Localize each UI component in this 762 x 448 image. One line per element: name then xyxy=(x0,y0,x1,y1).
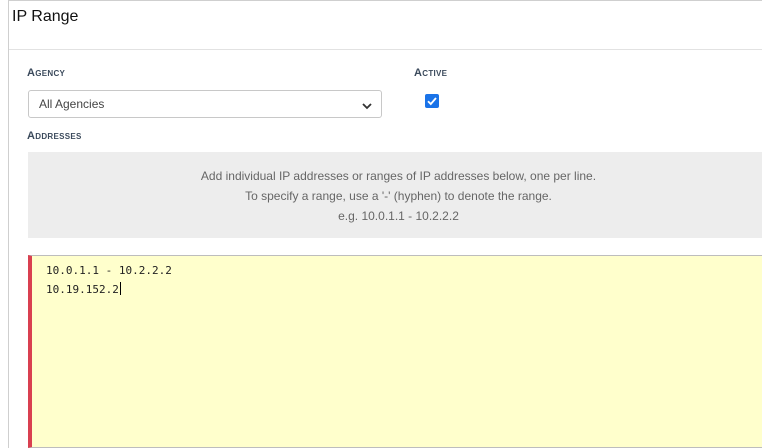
agency-label: Agency xyxy=(27,67,66,79)
active-label: Active xyxy=(414,67,448,79)
addresses-help: Add individual IP addresses or ranges of… xyxy=(28,152,762,238)
help-line: Add individual IP addresses or ranges of… xyxy=(200,169,597,183)
address-line: 10.19.152.2 xyxy=(46,282,121,296)
panel-header: IP Range xyxy=(9,0,762,50)
active-checkbox[interactable] xyxy=(425,94,439,108)
help-line: To specify a range, use a '-' (hyphen) t… xyxy=(245,189,552,203)
help-line: e.g. 10.0.1.1 - 10.2.2.2 xyxy=(338,209,459,223)
agency-select[interactable]: All Agencies xyxy=(28,90,382,118)
agency-select-value: All Agencies xyxy=(39,97,105,111)
text-caret xyxy=(119,282,121,295)
panel-title: IP Range xyxy=(12,8,79,25)
address-line: 10.0.1.1 - 10.2.2.2 xyxy=(46,264,172,277)
addresses-textarea[interactable]: 10.0.1.1 - 10.2.2.2 10.19.152.2 xyxy=(28,255,762,448)
addresses-label: Addresses xyxy=(27,130,82,142)
checkmark-icon xyxy=(427,97,437,106)
ip-range-panel: IP Range Agency All Agencies Active Addr… xyxy=(8,0,762,448)
chevron-down-icon xyxy=(361,99,373,111)
